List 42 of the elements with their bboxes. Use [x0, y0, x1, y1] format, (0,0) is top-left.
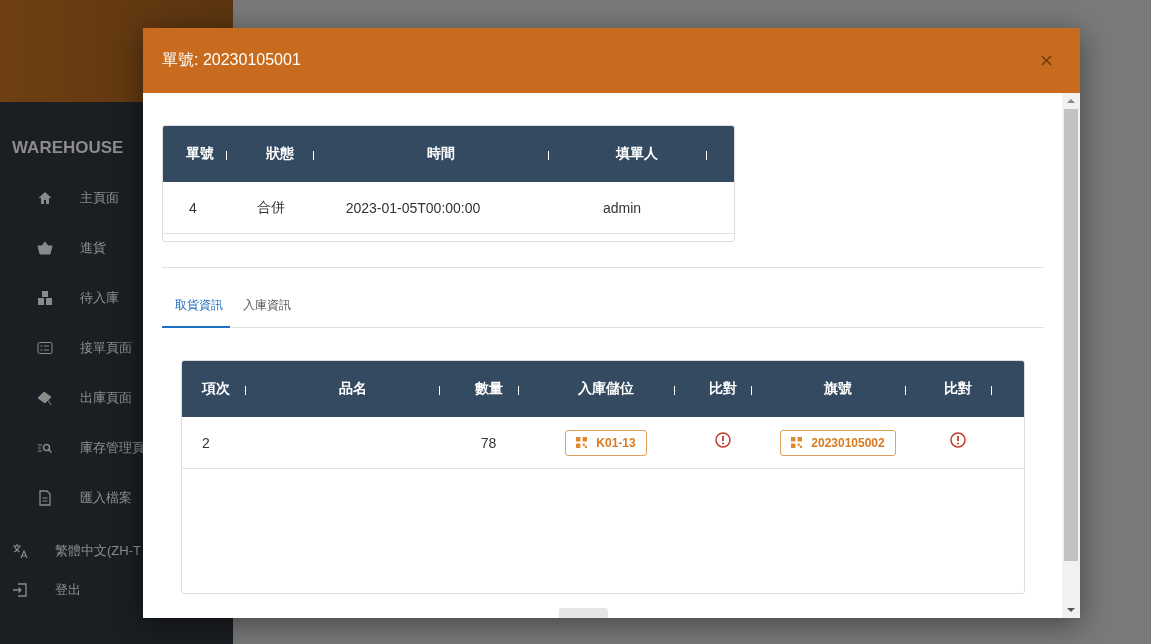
- dialog-title: 單號: 20230105001: [162, 50, 301, 70]
- table-cell: 合併: [257, 198, 285, 217]
- table-cell: admin: [602, 199, 642, 216]
- column-header: 比對: [708, 380, 737, 398]
- column-header: 品名: [338, 380, 367, 398]
- home-icon: [37, 190, 53, 206]
- nav-item[interactable]: 匯入檔案: [0, 473, 233, 523]
- table-cell: 4: [189, 199, 197, 216]
- sidebar-link[interactable]: 登出: [0, 570, 233, 609]
- column-header: 時間: [426, 145, 455, 163]
- qr-code-icon: [791, 437, 803, 448]
- column-header: 比對: [944, 380, 972, 398]
- column-header: 數量: [474, 380, 503, 398]
- flag-button[interactable]: 20230105002: [780, 429, 896, 456]
- checklist-icon: [37, 340, 53, 356]
- box-icon: [37, 390, 53, 406]
- tab[interactable]: 取貨資訊: [162, 285, 230, 328]
- qr-code-icon: [576, 437, 588, 448]
- column-header: 狀態: [265, 145, 294, 163]
- column-header: 項次: [202, 380, 230, 398]
- column-header: 填單人: [616, 145, 658, 163]
- column-header: 單號: [185, 145, 214, 163]
- boxes-icon: [37, 290, 53, 306]
- scroll-down-icon[interactable]: [1067, 607, 1075, 613]
- table-cell: 2: [202, 434, 210, 451]
- tab[interactable]: 入庫資訊: [230, 285, 298, 328]
- location-button[interactable]: K01-13: [565, 429, 647, 456]
- table-cell: 2023-01-05T00:00:00: [345, 199, 481, 216]
- nav-item[interactable]: 進貨: [0, 223, 233, 273]
- table-cell: 78: [480, 434, 497, 451]
- column-header: 旗號: [824, 380, 852, 398]
- basket-icon: [37, 240, 53, 256]
- column-header: 入庫儲位: [578, 380, 634, 398]
- scroll-up-icon[interactable]: [1067, 98, 1075, 104]
- logout-icon: [12, 581, 28, 598]
- brand-name: WAREHOUSE: [12, 137, 124, 159]
- file-icon: [37, 490, 53, 506]
- close-icon[interactable]: [1041, 55, 1052, 66]
- translate-icon: [12, 542, 28, 559]
- sidebar-link[interactable]: 繁體中文(ZH-T: [0, 531, 233, 570]
- scroll-handle[interactable]: [559, 608, 608, 618]
- scrollbar[interactable]: [1062, 93, 1080, 618]
